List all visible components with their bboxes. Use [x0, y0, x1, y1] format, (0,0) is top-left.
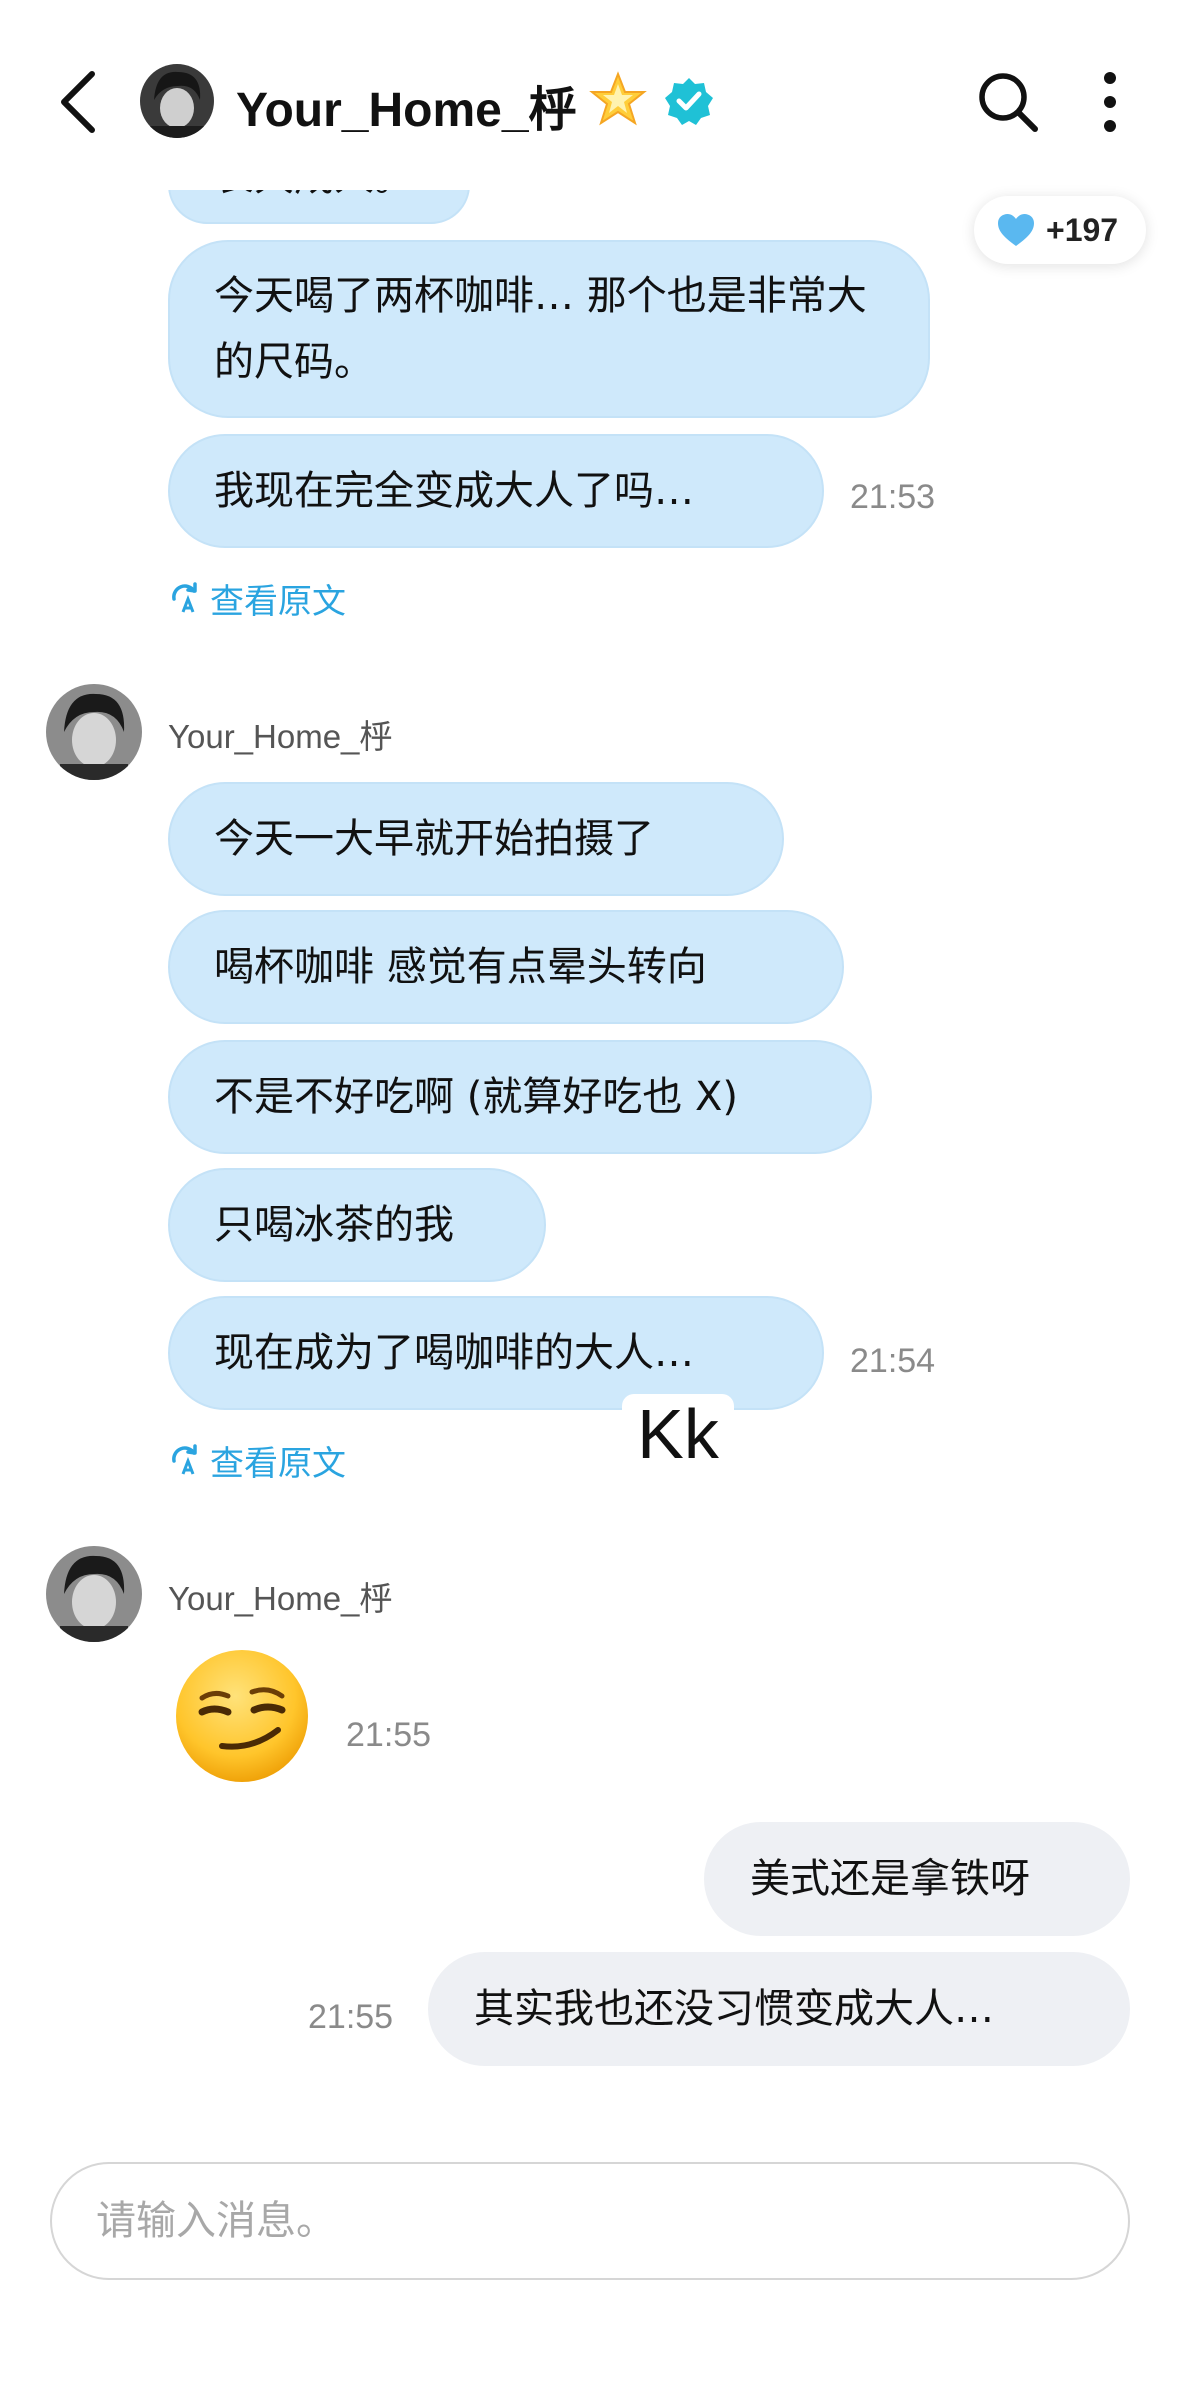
my-message-bubble[interactable]: 美式还是拿铁呀 [704, 1822, 1130, 1936]
back-icon[interactable] [52, 62, 112, 142]
translate-icon [172, 582, 197, 613]
message-input[interactable] [96, 2186, 1086, 2256]
smirking-face-icon[interactable] [172, 1646, 312, 1786]
header-avatar[interactable] [140, 64, 214, 138]
verified-icon [665, 78, 713, 125]
star-icon [589, 71, 647, 126]
message-bubble[interactable]: 今天喝了两杯咖啡… 那个也是非常大的尺码。 [168, 240, 930, 418]
view-original-link[interactable]: 查看原文 [168, 1438, 346, 1484]
translate-icon [172, 1444, 197, 1475]
chat-header: Your_Home_㭔 [0, 0, 1179, 190]
message-bubble[interactable]: 不是不好吃啊 (就算好吃也 X) [168, 1040, 872, 1154]
more-icon[interactable] [1090, 70, 1130, 134]
message-bubble[interactable]: 只喝冰茶的我 [168, 1168, 546, 1282]
sender-name: Your_Home_㭔 [168, 1580, 393, 1617]
like-count: +197 [1046, 212, 1119, 248]
message-bubble[interactable]: 喝杯咖啡 感觉有点晕头转向 [168, 910, 844, 1024]
view-original-link[interactable]: 查看原文 [168, 576, 346, 622]
message-timestamp: 21:53 [850, 478, 936, 516]
sender-name: Your_Home_㭔 [168, 718, 393, 755]
message-input-container[interactable] [50, 2162, 1130, 2280]
like-counter-button[interactable]: +197 [974, 196, 1146, 264]
header-username: Your_Home_㭔 [236, 84, 577, 137]
sender-avatar[interactable] [46, 1546, 142, 1642]
message-bubble[interactable]: 我现在完全变成大人了吗… [168, 434, 824, 548]
message-bubble[interactable]: 今天一大早就开始拍摄了 [168, 782, 784, 896]
message-timestamp: 21:55 [308, 1998, 394, 2036]
search-icon[interactable] [976, 70, 1040, 134]
sticker-text: Kk [622, 1394, 734, 1474]
message-timestamp: 21:54 [850, 1342, 936, 1380]
my-message-bubble[interactable]: 其实我也还没习惯变成大人… [428, 1952, 1130, 2066]
message-timestamp: 21:55 [346, 1716, 432, 1754]
sender-avatar[interactable] [46, 684, 142, 780]
heart-icon [998, 214, 1034, 246]
message-bubble[interactable]: 现在成为了喝咖啡的大人… [168, 1296, 824, 1410]
